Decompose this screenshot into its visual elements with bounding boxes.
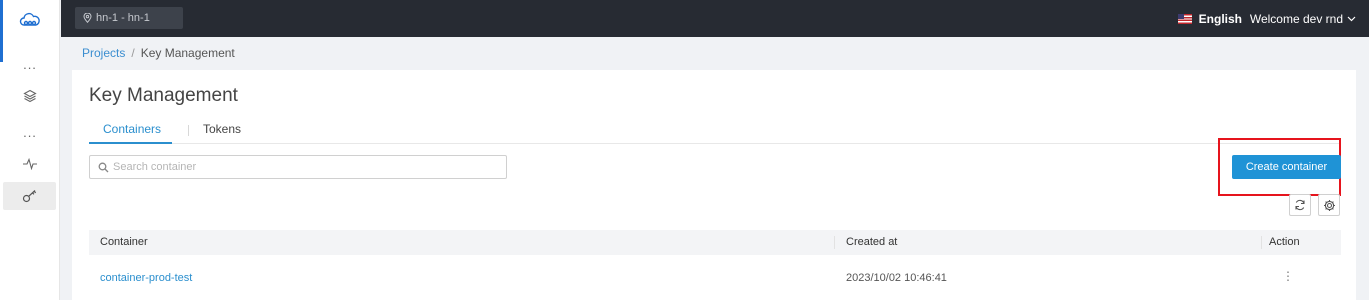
key-icon xyxy=(22,190,36,203)
page-title: Key Management xyxy=(89,85,238,106)
settings-button[interactable] xyxy=(1318,194,1340,216)
user-menu[interactable]: Welcome dev rnd xyxy=(1250,0,1356,37)
refresh-icon xyxy=(1295,199,1305,211)
layers-icon xyxy=(23,89,37,103)
location-pin-icon xyxy=(83,13,92,23)
breadcrumb-projects[interactable]: Projects xyxy=(82,46,125,60)
language-label: English xyxy=(1198,11,1242,26)
sidebar-more-1[interactable]: ... xyxy=(0,50,60,78)
container-name-link[interactable]: container-prod-test xyxy=(100,266,192,290)
language-selector[interactable]: English xyxy=(1177,0,1242,37)
sidebar-item-monitoring[interactable] xyxy=(0,150,60,178)
tab-divider xyxy=(188,125,189,136)
main-card: Key Management Containers Tokens Create … xyxy=(72,70,1356,300)
column-header-action: Action xyxy=(1269,236,1300,248)
sidebar-item-key-management[interactable] xyxy=(3,182,56,210)
active-tab-indicator xyxy=(89,142,172,144)
breadcrumb-current: Key Management xyxy=(140,46,235,60)
refresh-button[interactable] xyxy=(1289,194,1311,216)
column-divider xyxy=(834,236,835,249)
table-header: Container Created at Action xyxy=(89,230,1341,255)
create-container-button[interactable]: Create container xyxy=(1232,155,1341,179)
tab-containers[interactable]: Containers xyxy=(103,123,161,144)
welcome-text: Welcome dev rnd xyxy=(1249,11,1343,26)
more-icon: ... xyxy=(23,124,37,140)
region-label: hn-1 - hn-1 xyxy=(96,12,150,24)
sidebar: ... ... xyxy=(0,0,60,300)
created-at-value: 2023/10/02 10:46:41 xyxy=(846,272,947,284)
chevron-down-icon xyxy=(1347,16,1356,21)
gear-icon xyxy=(1323,199,1335,211)
cloud-logo-icon[interactable] xyxy=(0,6,60,34)
column-header-created-at: Created at xyxy=(846,236,898,248)
breadcrumb-separator: / xyxy=(131,46,135,60)
breadcrumb: Projects / Key Management xyxy=(82,46,235,60)
search-input[interactable] xyxy=(113,161,493,173)
region-selector[interactable]: hn-1 - hn-1 xyxy=(75,7,183,29)
column-header-container: Container xyxy=(100,236,148,248)
sidebar-item-layers[interactable] xyxy=(0,82,60,110)
top-header: hn-1 - hn-1 English Welcome dev rnd xyxy=(61,0,1369,37)
search-icon xyxy=(98,162,109,172)
row-actions-menu[interactable]: ⋮ xyxy=(1282,266,1294,290)
activity-icon xyxy=(23,158,37,170)
tab-bar: Containers Tokens xyxy=(89,123,1341,144)
more-icon: ... xyxy=(23,56,37,72)
sidebar-more-2[interactable]: ... xyxy=(0,118,60,146)
search-box[interactable] xyxy=(89,155,507,179)
tab-tokens[interactable]: Tokens xyxy=(203,123,241,144)
table-row: container-prod-test 2023/10/02 10:46:41 … xyxy=(89,266,1341,290)
column-divider xyxy=(1261,236,1262,249)
us-flag-icon xyxy=(1177,13,1192,24)
